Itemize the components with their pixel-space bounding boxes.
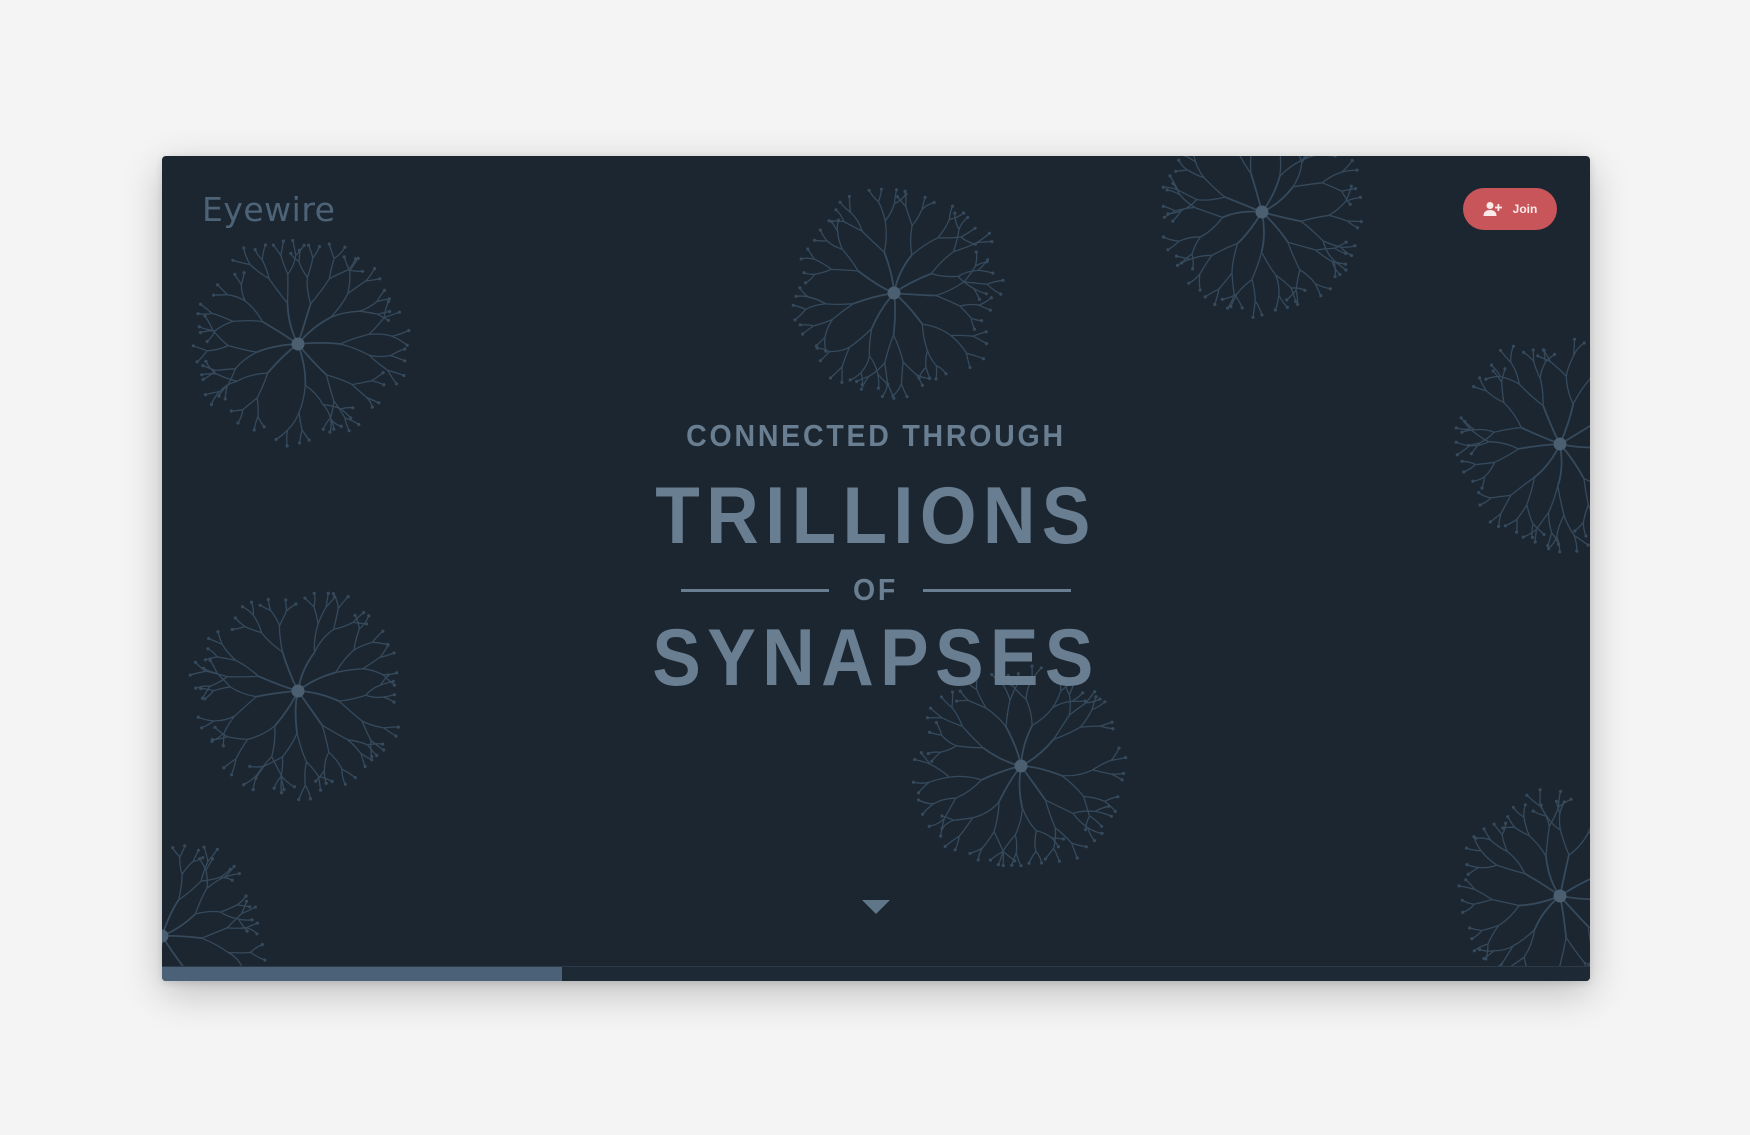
hero-line-connected: CONNECTED THROUGH	[686, 418, 1066, 453]
neuron-graphic	[162, 844, 267, 981]
logo[interactable]: Eyewire	[202, 190, 336, 229]
hero-divider-right	[922, 588, 1071, 592]
neuron-graphic	[791, 187, 1005, 400]
neuron-graphic	[1161, 156, 1363, 319]
caret-down-icon[interactable]	[862, 900, 890, 914]
hero-line-synapses: SYNAPSES	[652, 613, 1100, 703]
join-button[interactable]: Join	[1463, 188, 1557, 230]
hero-headline: CONNECTED THROUGH TRILLIONS OF SYNAPSES	[162, 418, 1590, 704]
hero-divider-left	[681, 588, 830, 592]
neuron-graphic	[1457, 788, 1590, 981]
neuron-graphic	[191, 238, 411, 448]
progress-fill	[162, 967, 562, 981]
user-plus-icon	[1483, 202, 1502, 216]
hero-line-of: OF	[853, 572, 899, 607]
progress-bar	[162, 966, 1590, 981]
app-window: Eyewire Join CONNECTED THROUGH TRILLIONS…	[162, 156, 1590, 981]
hero-of-row: OF	[162, 568, 1590, 612]
hero-line-trillions: TRILLIONS	[655, 471, 1097, 561]
join-label: Join	[1512, 202, 1538, 216]
